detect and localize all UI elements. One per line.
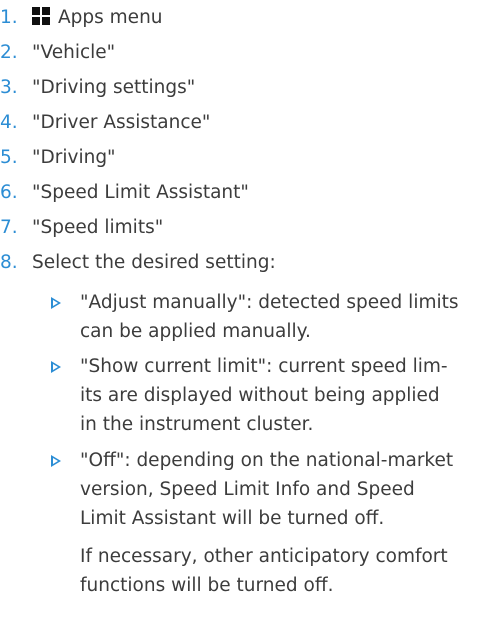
option-text-line: "Adjust manually": detected speed limits	[80, 292, 459, 313]
step-6: 6. "Speed Limit Assistant"	[0, 177, 249, 209]
option-text-line: "Off": depending on the national-market	[80, 450, 454, 471]
step-text: "Driving"	[32, 147, 116, 168]
step-number: 2.	[0, 42, 18, 63]
step-number: 5.	[0, 147, 18, 168]
step-number: 4.	[0, 112, 18, 133]
option-text-line: its are displayed without being applied	[80, 385, 440, 406]
step-number: 7.	[0, 217, 18, 238]
step-text: "Vehicle"	[32, 42, 116, 63]
option-text-line: Limit Assistant will be turned off.	[80, 508, 385, 529]
step-text: Select the desired setting:	[32, 252, 276, 273]
option-show-current-limit: "Show current limit": current speed lim-…	[48, 352, 488, 439]
step-number: 3.	[0, 77, 18, 98]
instruction-document: 1. Apps menu 2. "Vehicle" 3. "Driving setti…	[0, 0, 492, 617]
step-number: 8.	[0, 252, 18, 273]
note-line: If necessary, other anticipatory comfort	[80, 546, 448, 567]
option-text-line: can be applied manually.	[80, 321, 311, 342]
step-text: "Driver Assistance"	[32, 112, 211, 133]
step-number: 1.	[0, 7, 18, 28]
step-text: "Speed limits"	[32, 217, 164, 238]
step-number: 6.	[0, 182, 18, 203]
step-2: 2. "Vehicle"	[0, 37, 115, 69]
step-3: 3. "Driving settings"	[0, 72, 195, 104]
step-8: 8. Select the desired setting:	[0, 247, 276, 279]
note-paragraph: If necessary, other anticipatory comfort…	[80, 542, 490, 600]
note-line: functions will be turned off.	[80, 575, 334, 596]
option-text-line: version, Speed Limit Info and Speed	[80, 479, 415, 500]
step-7: 7. "Speed limits"	[0, 212, 163, 244]
bullet-triangle-icon	[51, 297, 61, 309]
bullet-triangle-icon	[51, 361, 61, 373]
step-4: 4. "Driver Assistance"	[0, 107, 210, 139]
option-adjust-manually: "Adjust manually": detected speed limits…	[48, 288, 488, 346]
step-5: 5. "Driving"	[0, 142, 116, 174]
bullet-triangle-icon	[51, 455, 61, 467]
step-1: 1. Apps menu	[0, 2, 163, 34]
step-text: "Driving settings"	[32, 77, 196, 98]
apps-grid-icon	[32, 7, 50, 25]
option-text-line: in the instrument cluster.	[80, 414, 314, 435]
step-text: "Speed Limit Assistant"	[32, 182, 249, 203]
step-text: Apps menu	[58, 7, 163, 28]
option-off: "Off": depending on the national-market …	[48, 446, 488, 533]
option-text-line: "Show current limit": current speed lim-	[80, 356, 448, 377]
